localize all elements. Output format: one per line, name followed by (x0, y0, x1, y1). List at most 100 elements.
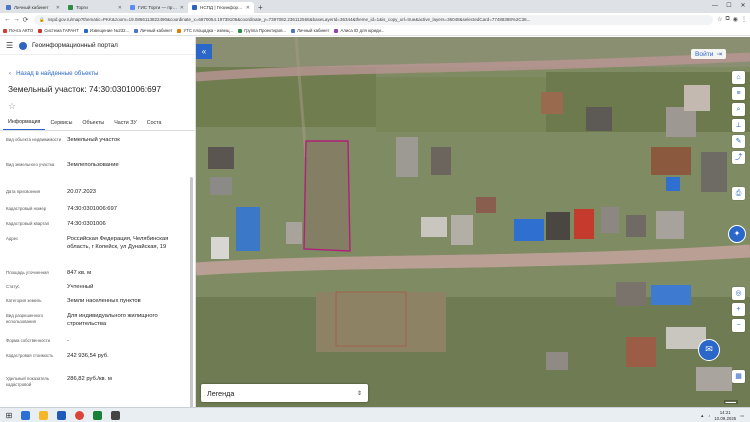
tab-objects[interactable]: Объекты (77, 120, 109, 130)
app-icon (20, 410, 30, 420)
property-row: Категория земель Земли населенных пункто… (6, 298, 195, 313)
taskbar-app-chrome-icon[interactable] (71, 409, 87, 422)
property-row: Статус Учтенный (6, 284, 195, 298)
bookmarks-bar: Почта АКТО Система ГАРАНТ Извещение №232… (0, 26, 750, 36)
portal-title: Геоинформационный портал (32, 42, 118, 49)
bookmark-favicon-icon (291, 28, 296, 33)
property-row: Кадастровый номер 74:30:0301006:697 (6, 206, 195, 221)
map-view[interactable]: « Войти ⇥ ⌂ ≡ ⌕ ⟂ ✎ ⤴ ⎙ ✦ ◎ + − ✉ ▦ Леген… (196, 37, 750, 407)
maximize-icon[interactable]: ☐ (722, 0, 736, 13)
collapse-panel-button[interactable]: « (196, 44, 212, 59)
back-to-results-link[interactable]: ‹ Назад в найденные объекты (0, 55, 195, 77)
bookmark-favicon-icon (134, 28, 139, 33)
bookmark-item[interactable]: Группа Проектиров... (238, 28, 286, 33)
bookmark-item[interactable]: Личный кабинет (134, 28, 172, 33)
close-icon[interactable]: ✕ (246, 5, 250, 11)
login-label: Войти (695, 51, 714, 58)
more-menu-icon[interactable]: ⋮ (741, 16, 747, 23)
lock-icon: 🔒 (39, 16, 45, 22)
taskbar-app-excel-icon[interactable] (89, 409, 105, 422)
property-label: Кадастровая стоимость (6, 353, 54, 358)
bookmark-item[interactable]: Почта АКТО (3, 28, 33, 33)
app-icon (56, 410, 66, 420)
bookmark-item[interactable]: УТС площадка - извещ... (177, 28, 233, 33)
property-label: Удельный показатель кадастровой (6, 376, 50, 387)
back-link-label: Назад в найденные объекты (16, 70, 99, 77)
bookmark-item[interactable]: Алиса ID для юриди... (334, 28, 385, 33)
bookmark-item[interactable]: Система ГАРАНТ (38, 28, 79, 33)
property-row: Площадь уточненная 847 кв. м (6, 270, 195, 284)
property-row: Вид земельного участка Землепользование (6, 162, 195, 189)
tab-parcel-parts[interactable]: Части ЗУ (109, 120, 142, 130)
forward-arrow-icon[interactable]: → (12, 16, 21, 23)
extensions-icon[interactable]: ⧉ (725, 16, 729, 23)
bookmark-star-icon[interactable]: ☆ (717, 16, 722, 23)
volume-icon[interactable]: ♪ (708, 413, 710, 418)
browser-tab[interactable]: ГИС Торги — продажа государст... ✕ (126, 2, 188, 13)
back-arrow-icon[interactable]: ← (3, 16, 12, 23)
object-info-panel: ☰ Геоинформационный портал ‹ Назад в най… (0, 37, 196, 407)
windows-start-icon[interactable]: ⊞ (3, 411, 15, 420)
tab-composition[interactable]: Соста (142, 120, 167, 130)
window-controls: — ☐ ✕ (708, 0, 750, 13)
locate-icon[interactable]: ◎ (732, 287, 745, 300)
panel-scrollbar[interactable] (190, 177, 193, 407)
layers-icon[interactable]: ≡ (732, 87, 745, 100)
favorite-star-icon[interactable]: ☆ (0, 94, 195, 112)
new-tab-button[interactable]: + (254, 2, 267, 13)
bookmark-item[interactable]: Личный кабинет (291, 28, 329, 33)
property-row: Кадастровый квартал 74:30:0301006 (6, 221, 195, 236)
chat-icon[interactable]: ✉ (698, 339, 720, 361)
property-value: 286,82 руб./кв. м (67, 376, 112, 382)
map-toolbar-mid: ⎙ (732, 187, 745, 200)
basemap-switch-icon[interactable]: ▦ (732, 370, 745, 383)
legend-dropdown[interactable]: Легенда ⇕ (201, 384, 368, 402)
browser-tab-active[interactable]: НСПД | Геоинформационный п... ✕ (188, 2, 254, 13)
taskbar-app-explorer-icon[interactable] (35, 409, 51, 422)
browser-tab[interactable]: Торги ✕ (64, 2, 126, 13)
system-clock[interactable]: 14:21 10.09.2025 (714, 410, 736, 421)
satellite-imagery (196, 37, 750, 407)
bookmark-favicon-icon (3, 28, 7, 33)
property-label: Вид земельного участка (6, 162, 55, 167)
zoom-out-icon[interactable]: − (732, 319, 745, 332)
network-icon[interactable]: ▲ (700, 413, 704, 418)
reload-icon[interactable]: ⟳ (21, 16, 30, 24)
tab-services[interactable]: Сервисы (45, 120, 77, 130)
bookmark-item[interactable]: Извещение №232... (83, 28, 129, 33)
zoom-in-icon[interactable]: + (732, 303, 745, 316)
assistant-icon[interactable]: ✦ (728, 225, 746, 243)
minimize-icon[interactable]: — (708, 0, 722, 13)
taskbar-app-other-icon[interactable] (107, 409, 123, 422)
map-toolbar-top: ⌂ ≡ ⌕ ⟂ ✎ ⤴ (732, 71, 745, 164)
draw-icon[interactable]: ✎ (732, 135, 745, 148)
chevron-left-icon: ‹ (9, 70, 12, 77)
browser-tab[interactable]: Личный кабинет ✕ (2, 2, 64, 13)
url-field[interactable]: 🔒 nspd.gov.ru/map?thematic=PKK&zoom=19.0… (34, 14, 714, 25)
bookmark-favicon-icon (177, 28, 182, 33)
property-value: 20.07.2023 (67, 189, 97, 195)
property-label: Вид объекта недвижимости (6, 137, 62, 142)
close-icon[interactable]: ✕ (180, 5, 184, 11)
close-icon[interactable]: ✕ (56, 5, 60, 11)
share-icon[interactable]: ⤴ (732, 151, 745, 164)
login-button[interactable]: Войти ⇥ (691, 49, 726, 59)
home-extent-icon[interactable]: ⌂ (732, 71, 745, 84)
print-icon[interactable]: ⎙ (732, 187, 745, 200)
map-scale-bar: ▬▬▬ (723, 400, 738, 404)
taskbar-app-word-icon[interactable] (53, 409, 69, 422)
taskbar-app-browser-icon[interactable] (17, 409, 33, 422)
search-area-icon[interactable]: ⌕ (732, 103, 745, 116)
parcel-title: Земельный участок: 74:30:0301006:697 (8, 84, 162, 94)
hamburger-menu-icon[interactable]: ☰ (6, 41, 15, 50)
tab-information[interactable]: Информация (3, 119, 46, 130)
property-value: Землепользование (67, 162, 119, 168)
bookmark-favicon-icon (38, 28, 43, 33)
close-window-icon[interactable]: ✕ (736, 0, 750, 13)
notifications-icon[interactable]: ▭ (740, 413, 744, 418)
measure-icon[interactable]: ⟂ (732, 119, 745, 132)
property-row: Вид объекта недвижимости Земельный участ… (6, 137, 195, 162)
profile-icon[interactable]: ◉ (733, 16, 738, 23)
close-icon[interactable]: ✕ (118, 5, 122, 11)
login-arrow-icon: ⇥ (716, 51, 722, 58)
